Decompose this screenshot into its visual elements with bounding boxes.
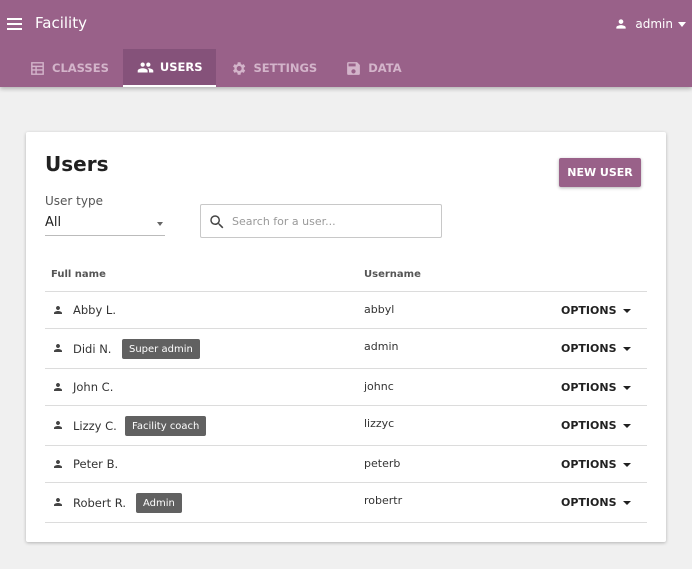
users-card: Users NEW USER User type All Full name U…	[26, 132, 666, 542]
role-badge: Super admin	[122, 339, 200, 359]
options-menu-button[interactable]: OPTIONS	[561, 496, 631, 509]
classes-icon	[29, 60, 46, 77]
user-fullname: Abby L.	[73, 303, 116, 317]
person-icon	[54, 344, 62, 352]
search-input[interactable]	[232, 212, 432, 230]
gear-icon	[230, 60, 247, 77]
hamburger-menu-icon[interactable]	[7, 16, 23, 32]
caret-down-icon	[622, 308, 631, 313]
column-header-fullname: Full name	[51, 269, 106, 280]
app-title: Facility	[35, 14, 87, 32]
tab-data[interactable]: DATA	[331, 49, 415, 87]
new-user-button[interactable]: NEW USER	[559, 158, 641, 187]
chevron-down-icon	[678, 21, 686, 27]
user-username: johnc	[364, 380, 394, 393]
user-type-label: User type	[45, 194, 103, 208]
user-menu-label: admin	[635, 17, 673, 31]
tab-settings-label: SETTINGS	[253, 61, 318, 75]
table-row: Peter B. peterb OPTIONS	[45, 446, 647, 483]
user-username: admin	[364, 340, 399, 353]
options-menu-button[interactable]: OPTIONS	[561, 381, 631, 394]
options-label: OPTIONS	[561, 458, 617, 471]
nav-tabs: CLASSES USERS SETTINGS DATA	[15, 49, 416, 87]
table-row: Abby L. abbyl OPTIONS	[45, 292, 647, 329]
user-menu-button[interactable]: admin	[614, 14, 686, 34]
role-badge: Facility coach	[125, 416, 207, 436]
column-header-username: Username	[364, 269, 421, 280]
user-fullname: Peter B.	[73, 457, 119, 471]
caret-down-icon	[622, 385, 631, 390]
app-bar: Facility admin CLASSES USERS SETTINGS DA…	[0, 0, 692, 87]
tab-settings[interactable]: SETTINGS	[216, 49, 331, 87]
options-menu-button[interactable]: OPTIONS	[561, 342, 631, 355]
options-label: OPTIONS	[561, 419, 617, 432]
tab-users[interactable]: USERS	[122, 49, 217, 87]
tab-users-label: USERS	[159, 60, 203, 74]
options-label: OPTIONS	[561, 342, 617, 355]
options-menu-button[interactable]: OPTIONS	[561, 304, 631, 317]
user-username: peterb	[364, 457, 401, 470]
table-row: John C. johnc OPTIONS	[45, 369, 647, 406]
options-menu-button[interactable]: OPTIONS	[561, 458, 631, 471]
caret-down-icon	[622, 346, 631, 351]
user-username: lizzyc	[364, 417, 395, 430]
page-title: Users	[45, 152, 109, 176]
search-field[interactable]	[200, 204, 442, 238]
caret-down-icon	[622, 462, 631, 467]
user-fullname: John C.	[73, 380, 114, 394]
people-icon	[137, 59, 154, 76]
options-label: OPTIONS	[561, 496, 617, 509]
table-row: Didi N. Super admin admin OPTIONS	[45, 329, 647, 369]
person-icon	[54, 383, 62, 391]
person-icon	[54, 460, 62, 468]
options-label: OPTIONS	[561, 304, 617, 317]
tab-classes-label: CLASSES	[52, 61, 109, 75]
table-row: Robert R. Admin robertr OPTIONS	[45, 483, 647, 523]
user-fullname: Lizzy C.	[73, 419, 117, 433]
user-fullname: Robert R.	[73, 496, 127, 510]
search-icon	[210, 215, 224, 229]
save-icon	[345, 60, 362, 77]
options-menu-button[interactable]: OPTIONS	[561, 419, 631, 432]
options-label: OPTIONS	[561, 381, 617, 394]
person-icon	[616, 19, 627, 29]
tab-classes[interactable]: CLASSES	[15, 49, 123, 87]
user-type-value: All	[45, 215, 62, 230]
tab-data-label: DATA	[368, 61, 402, 75]
user-username: robertr	[364, 494, 403, 507]
dropdown-arrow-icon	[157, 222, 163, 226]
person-icon	[54, 498, 62, 506]
user-fullname: Didi N.	[73, 342, 112, 356]
caret-down-icon	[622, 500, 631, 505]
person-icon	[54, 306, 62, 314]
caret-down-icon	[622, 423, 631, 428]
role-badge: Admin	[136, 493, 182, 513]
user-username: abbyl	[364, 303, 395, 316]
table-row: Lizzy C. Facility coach lizzyc OPTIONS	[45, 406, 647, 446]
person-icon	[54, 421, 62, 429]
user-type-select[interactable]: All	[45, 212, 165, 236]
